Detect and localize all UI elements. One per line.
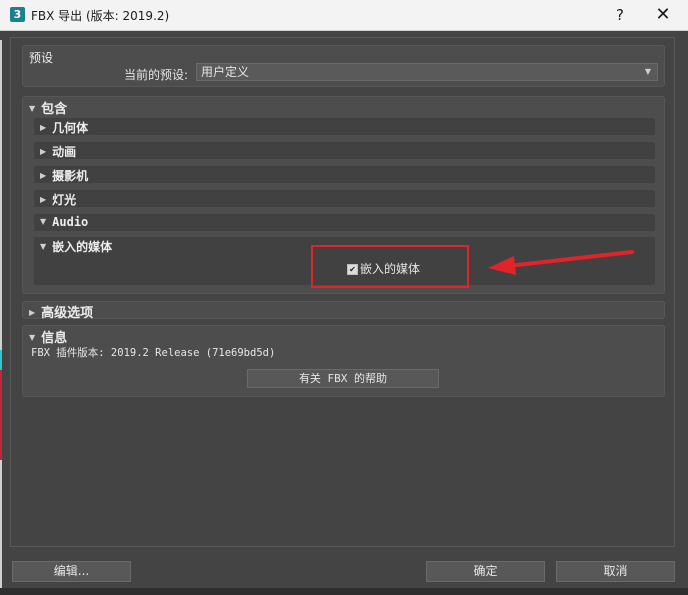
info-header-label: 信息 (41, 331, 68, 346)
embed-media-header-label: 嵌入的媒体 (52, 240, 113, 254)
info-group: ▼ 信息 FBX 插件版本: 2019.2 Release (71e69bd5d)… (22, 325, 665, 397)
include-item-geometry[interactable]: ▶ 几何体 (34, 118, 655, 135)
window-title: FBX 导出 (版本: 2019.2) (31, 9, 170, 23)
include-item-label: Audio (52, 215, 89, 229)
preset-dropdown[interactable]: 用户定义 ▼ (196, 63, 658, 81)
caret-right-icon: ▶ (40, 195, 47, 204)
info-header[interactable]: ▼ 信息 (29, 327, 67, 346)
advanced-header-label: 高级选项 (41, 306, 94, 321)
caret-right-icon: ▶ (40, 171, 47, 180)
advanced-header: ▶ 高级选项 (29, 302, 93, 321)
caret-down-icon: ▼ (29, 104, 36, 113)
embed-media-header[interactable]: ▼ 嵌入的媒体 (40, 238, 112, 255)
preset-dropdown-value: 用户定义 (201, 65, 250, 79)
title-bar: 3 FBX 导出 (版本: 2019.2) ? ✕ (0, 0, 688, 31)
edit-button[interactable]: 编辑... (12, 561, 131, 582)
include-item-camera[interactable]: ▶ 摄影机 (34, 166, 655, 183)
help-button[interactable]: ? (597, 2, 643, 28)
include-header[interactable]: ▼ 包含 (29, 98, 67, 117)
include-item-label: 动画 (52, 145, 77, 159)
include-item-label: 灯光 (52, 193, 77, 207)
caret-down-icon: ▼ (40, 217, 47, 226)
include-item-lights[interactable]: ▶ 灯光 (34, 190, 655, 207)
caret-down-icon: ▼ (40, 242, 47, 251)
app-icon: 3 (10, 7, 25, 22)
caret-down-icon: ▼ (29, 333, 36, 342)
background-window-accent-red (0, 370, 2, 460)
include-item-label: 摄影机 (52, 169, 89, 183)
preset-group: 预设 当前的预设: 用户定义 ▼ (22, 45, 665, 87)
include-header-label: 包含 (41, 102, 68, 117)
include-item-audio[interactable]: ▼ Audio (34, 214, 655, 231)
plugin-version-text: FBX 插件版本: 2019.2 Release (71e69bd5d) (31, 347, 276, 359)
include-item-label: 几何体 (52, 121, 89, 135)
background-window-edge (0, 40, 2, 595)
fbx-help-button[interactable]: 有关 FBX 的帮助 (247, 369, 439, 388)
annotation-highlight-box (311, 245, 469, 288)
caret-right-icon: ▶ (40, 147, 47, 156)
caret-right-icon: ▶ (40, 123, 47, 132)
current-preset-label: 当前的预设: (124, 68, 189, 82)
close-button[interactable]: ✕ (640, 2, 686, 28)
annotation-arrow-icon (488, 250, 634, 275)
caret-right-icon: ▶ (29, 308, 36, 317)
include-item-animation[interactable]: ▶ 动画 (34, 142, 655, 159)
preset-header: 预设 (29, 51, 54, 65)
chevron-down-icon: ▼ (644, 67, 651, 76)
advanced-group[interactable]: ▶ 高级选项 (22, 301, 665, 321)
ok-button[interactable]: 确定 (426, 561, 545, 582)
background-window-strip (0, 588, 688, 595)
cancel-button[interactable]: 取消 (556, 561, 675, 582)
